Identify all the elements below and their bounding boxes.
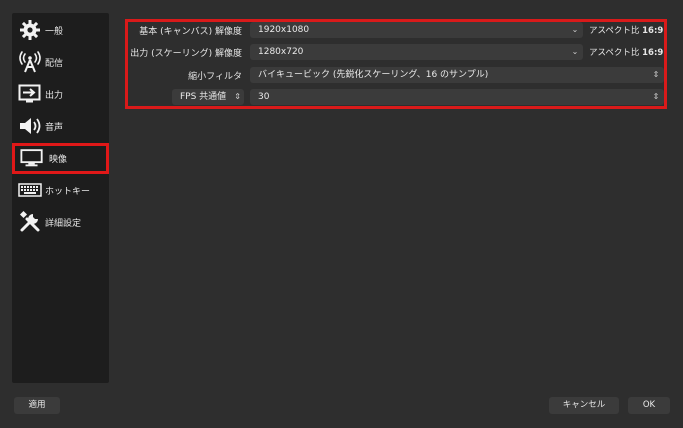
sidebar-item-general[interactable]: 一般 xyxy=(12,16,109,44)
monitor-icon xyxy=(20,146,44,170)
base-resolution-row: 基本 (キャンバス) 解像度 1920x1080 ⌄ アスペクト比 16:9 xyxy=(128,22,667,38)
downscale-filter-label: 縮小フィルタ xyxy=(188,72,242,82)
chevron-down-icon: ⌄ xyxy=(571,25,579,34)
updown-arrow-icon: ⇕ xyxy=(652,70,660,79)
sidebar-item-hotkeys[interactable]: ホットキー xyxy=(12,176,109,204)
apply-button[interactable]: 適用 xyxy=(14,397,60,414)
video-settings-panel: 基本 (キャンバス) 解像度 1920x1080 ⌄ アスペクト比 16:9 出… xyxy=(125,19,667,109)
sidebar-item-label: 詳細設定 xyxy=(45,218,82,229)
output-icon xyxy=(18,82,42,106)
sidebar-item-label: 一般 xyxy=(45,26,64,37)
sidebar-item-audio[interactable]: 音声 xyxy=(12,112,109,140)
sidebar-item-label: 配信 xyxy=(45,58,64,69)
keyboard-icon xyxy=(18,178,42,202)
settings-sidebar: 一般 配信 出力 音声 映像 ホットキー 詳細設定 xyxy=(12,13,109,383)
output-resolution-label: 出力 (スケーリング) 解像度 xyxy=(130,49,242,59)
sidebar-item-label: 音声 xyxy=(45,122,64,133)
downscale-filter-value: バイキュービック (先鋭化スケーリング、16 のサンプル) xyxy=(258,70,489,80)
base-resolution-value: 1920x1080 xyxy=(258,25,310,35)
tools-icon xyxy=(18,210,42,234)
base-resolution-combobox[interactable]: 1920x1080 ⌄ xyxy=(250,22,583,38)
sidebar-item-output[interactable]: 出力 xyxy=(12,80,109,108)
sidebar-item-stream[interactable]: 配信 xyxy=(12,48,109,76)
sidebar-item-video[interactable]: 映像 xyxy=(12,144,109,172)
fps-row: FPS 共通値 ⇕ 30 ⇕ xyxy=(128,89,667,105)
fps-value: 30 xyxy=(258,92,270,102)
cancel-button[interactable]: キャンセル xyxy=(549,397,619,414)
output-resolution-combobox[interactable]: 1280x720 ⌄ xyxy=(250,44,583,60)
output-resolution-row: 出力 (スケーリング) 解像度 1280x720 ⌄ アスペクト比 16:9 xyxy=(128,44,667,60)
broadcast-icon xyxy=(18,50,42,74)
downscale-filter-select[interactable]: バイキュービック (先鋭化スケーリング、16 のサンプル) ⇕ xyxy=(250,67,664,83)
output-aspect-ratio: アスペクト比 16:9 xyxy=(589,48,664,58)
sidebar-item-label: 出力 xyxy=(45,90,64,101)
downscale-filter-row: 縮小フィルタ バイキュービック (先鋭化スケーリング、16 のサンプル) ⇕ xyxy=(128,67,667,83)
fps-value-select[interactable]: 30 ⇕ xyxy=(250,89,664,105)
updown-arrow-icon: ⇕ xyxy=(652,92,660,101)
speaker-icon xyxy=(18,114,42,138)
base-resolution-label: 基本 (キャンバス) 解像度 xyxy=(139,27,242,37)
gear-icon xyxy=(18,18,42,42)
sidebar-item-advanced[interactable]: 詳細設定 xyxy=(12,208,109,236)
settings-window: 一般 配信 出力 音声 映像 ホットキー 詳細設定 基本 (キャンバス) 解像度… xyxy=(0,0,683,428)
sidebar-item-label: 映像 xyxy=(49,154,68,165)
updown-arrow-icon: ⇕ xyxy=(234,92,241,101)
ok-button[interactable]: OK xyxy=(628,397,670,414)
sidebar-item-label: ホットキー xyxy=(45,186,91,197)
fps-type-select[interactable]: FPS 共通値 ⇕ xyxy=(172,89,244,105)
chevron-down-icon: ⌄ xyxy=(571,47,579,56)
base-aspect-ratio: アスペクト比 16:9 xyxy=(589,26,664,36)
fps-type-value: FPS 共通値 xyxy=(180,92,227,102)
output-resolution-value: 1280x720 xyxy=(258,47,304,57)
